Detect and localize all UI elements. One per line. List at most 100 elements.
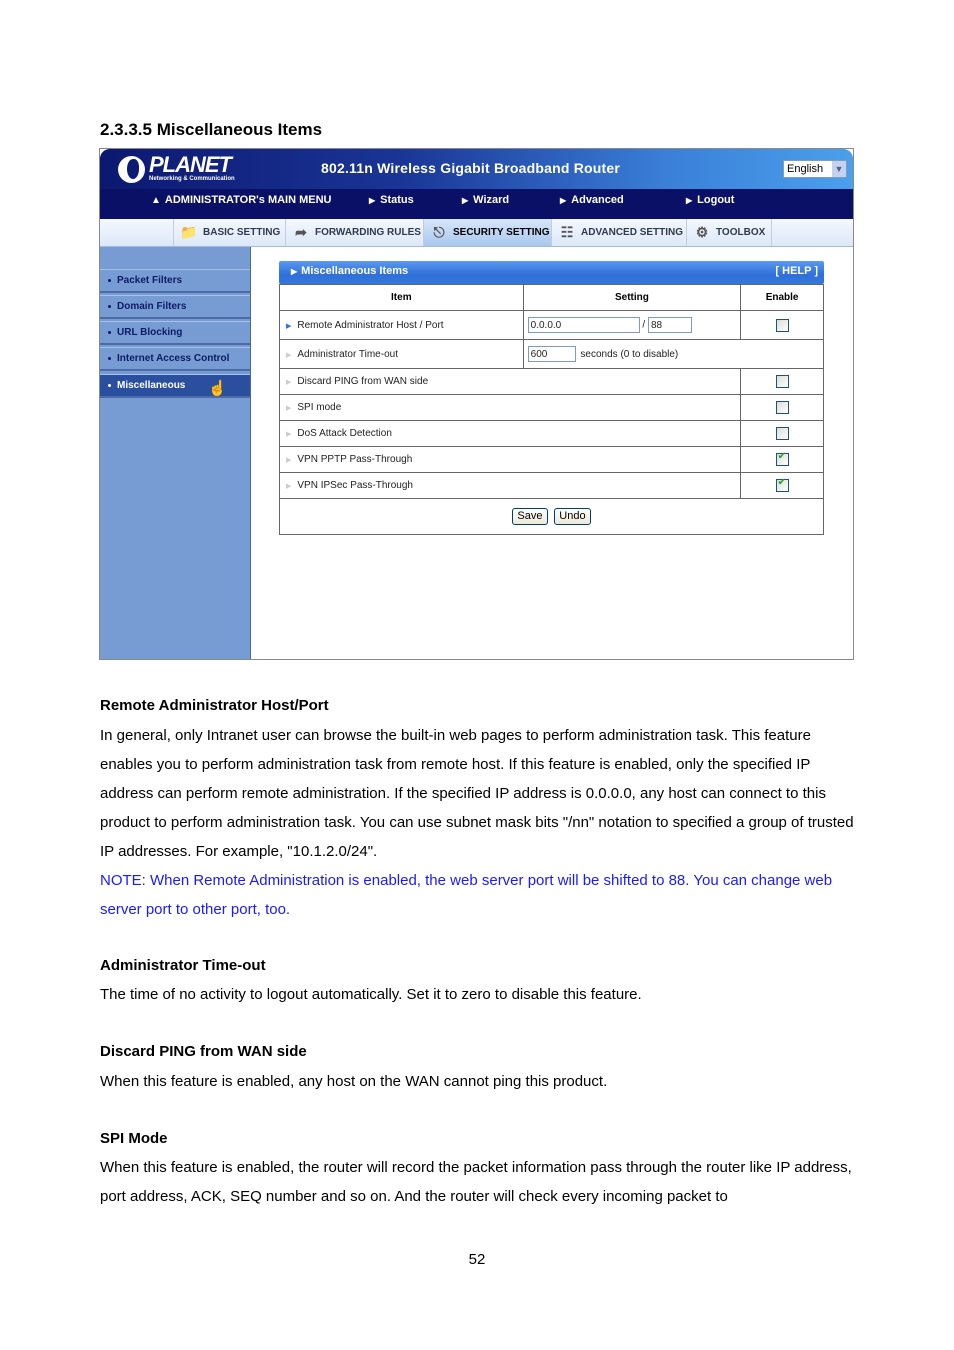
triangle-right-icon: ▶ (291, 267, 298, 276)
banner: PLANET Networking & Communication 802.11… (100, 149, 853, 219)
toolbox-icon: ⚙ (695, 224, 709, 240)
discard-ping-checkbox[interactable] (775, 375, 789, 388)
row-label: VPN PPTP Pass-Through (297, 454, 413, 465)
row-label: Discard PING from WAN side (297, 376, 429, 387)
router-icon: ⎋ (433, 224, 445, 240)
language-select[interactable]: English ▼ (783, 160, 847, 178)
table-row: ▶ SPI mode (278, 394, 824, 421)
brand-tagline: Networking & Communication (149, 176, 235, 182)
documents-icon: 📁 (180, 224, 198, 240)
tab-advanced-setting[interactable]: ☷ ADVANCED SETTING (551, 219, 686, 246)
menu-wizard[interactable]: ▶ Wizard (462, 194, 509, 206)
remote-admin-checkbox[interactable] (775, 318, 789, 332)
panel-title: Miscellaneous Items (301, 265, 409, 277)
remote-host-input[interactable]: 0.0.0.0 (527, 317, 640, 333)
misc-table: Item Setting Enable ▶ Remote Administrato… (278, 284, 825, 535)
sidebar-item-miscellaneous[interactable]: Miscellaneous ☝ (100, 374, 250, 398)
tab-forwarding-rules[interactable]: ➦ FORWARDING RULES (285, 219, 423, 246)
triangle-right-icon: ▶ (286, 351, 292, 359)
planet-logo: PLANET Networking & Communication (118, 152, 235, 183)
vpn-ipsec-checkbox[interactable] (775, 477, 789, 492)
forwarding-icon: ➦ (295, 224, 307, 240)
menu-logout[interactable]: ▶ Logout (686, 194, 734, 206)
sidebar: Packet Filters Domain Filters URL Blocki… (100, 247, 251, 659)
bullet-icon (108, 330, 111, 334)
row-label: Administrator Time-out (297, 348, 398, 360)
undo-button[interactable]: Undo (554, 508, 591, 525)
planet-globe-icon (118, 155, 145, 183)
product-title: 802.11n Wireless Gigabit Broadband Route… (321, 160, 621, 176)
chevron-down-icon[interactable]: ▼ (832, 161, 846, 177)
col-item: Item (279, 284, 524, 311)
sidebar-item-url-blocking[interactable]: URL Blocking (100, 321, 250, 345)
heading-admin-timeout: Administrator Time-out (100, 957, 266, 974)
spi-mode-checkbox[interactable] (775, 401, 789, 414)
section-title: 2.3.3.5 Miscellaneous Items (100, 120, 323, 139)
row-label: VPN IPSec Pass-Through (297, 480, 413, 491)
dos-detection-checkbox[interactable] (775, 427, 789, 440)
table-row: ▶ Administrator Time-out 600 seconds (0 t… (279, 339, 825, 369)
triangle-right-icon: ▶ (286, 322, 292, 330)
col-setting: Setting (522, 284, 742, 311)
table-row: ▶ VPN PPTP Pass-Through (278, 446, 824, 473)
sidebar-item-internet-access-control[interactable]: Internet Access Control (100, 347, 250, 371)
misc-panel: ▶ Miscellaneous Items [ HELP ] Item Setti… (278, 261, 825, 535)
timeout-suffix: seconds (0 to disable) (580, 348, 679, 360)
heading-discard-ping: Discard PING from WAN side (100, 1043, 307, 1060)
language-selected: English (787, 163, 824, 175)
col-enable: Enable (740, 284, 824, 311)
hand-cursor-icon: ☝ (208, 380, 227, 397)
tab-basic-setting[interactable]: 📁 BASIC SETTING (173, 219, 285, 246)
menu-advanced[interactable]: ▶ Advanced (560, 194, 624, 206)
button-row: Save Undo (279, 498, 824, 535)
sidebar-item-domain-filters[interactable]: Domain Filters (100, 295, 250, 319)
tab-toolbox[interactable]: ⚙ TOOLBOX (686, 219, 772, 246)
vpn-pptp-checkbox[interactable] (775, 451, 789, 466)
timeout-input[interactable]: 600 (527, 346, 576, 362)
host-port-separator: / (642, 319, 646, 331)
row-label: DoS Attack Detection (297, 428, 392, 439)
table-row: ▶ Discard PING from WAN side (278, 368, 824, 395)
table-header-row: Item Setting Enable (279, 284, 824, 311)
save-button[interactable]: Save (512, 508, 548, 525)
help-link[interactable]: [ HELP ] (775, 265, 818, 277)
table-row: ▶ VPN IPSec Pass-Through (278, 472, 824, 499)
heading-remote-admin: Remote Administrator Host/Port (100, 697, 329, 714)
page-number: 52 (468, 1251, 486, 1268)
panel-header: ▶ Miscellaneous Items [ HELP ] (279, 261, 824, 284)
table-row: ▶ Remote Administrator Host / Port 0.0.0.… (279, 310, 824, 340)
triangle-right-icon: ▶ (462, 196, 469, 205)
main-menu: ▲ ADMINISTRATOR's MAIN MENU ▶ Status ▶ Wiza… (100, 189, 853, 219)
bullet-icon (108, 278, 111, 282)
bullet-icon (108, 356, 111, 360)
triangle-right-icon: ▶ (286, 379, 292, 386)
router-ui-screenshot: PLANET Networking & Communication 802.11… (99, 148, 854, 660)
triangle-right-icon: ▶ (369, 196, 376, 205)
paragraph-remote-admin: In general, only Intranet user can brows… (100, 727, 854, 918)
paragraph-admin-timeout: The time of no activity to logout automa… (100, 986, 642, 1003)
brand-name: PLANET (149, 152, 232, 177)
bullet-icon (108, 304, 111, 308)
triangle-right-icon: ▶ (286, 405, 292, 412)
triangle-right-icon: ▶ (686, 196, 693, 205)
row-label: Remote Administrator Host / Port (297, 319, 444, 331)
menu-admin-main[interactable]: ▲ ADMINISTRATOR's MAIN MENU (151, 194, 332, 206)
heading-spi-mode: SPI Mode (100, 1130, 168, 1147)
triangle-right-icon: ▶ (286, 431, 292, 438)
advanced-icon: ☷ (560, 224, 574, 240)
tab-bar: 📁 BASIC SETTING ➦ FORWARDING RULES ⎋ SECURI… (100, 219, 853, 247)
person-icon: ▲ (151, 195, 161, 206)
remote-port-input[interactable]: 88 (647, 317, 692, 333)
paragraph-discard-ping: When this feature is enabled, any host o… (100, 1073, 608, 1090)
row-label: SPI mode (297, 402, 342, 413)
triangle-right-icon: ▶ (560, 196, 567, 205)
bullet-icon (108, 383, 111, 387)
menu-status[interactable]: ▶ Status (369, 194, 414, 206)
triangle-right-icon: ▶ (286, 483, 292, 490)
table-row: ▶ DoS Attack Detection (278, 420, 824, 447)
tab-security-setting[interactable]: ⎋ SECURITY SETTING (423, 219, 551, 246)
sidebar-item-packet-filters[interactable]: Packet Filters (100, 269, 250, 293)
note-remote-admin: NOTE: When Remote Administration is enab… (100, 872, 833, 918)
paragraph-spi-mode: When this feature is enabled, the router… (100, 1159, 852, 1205)
triangle-right-icon: ▶ (286, 457, 292, 464)
